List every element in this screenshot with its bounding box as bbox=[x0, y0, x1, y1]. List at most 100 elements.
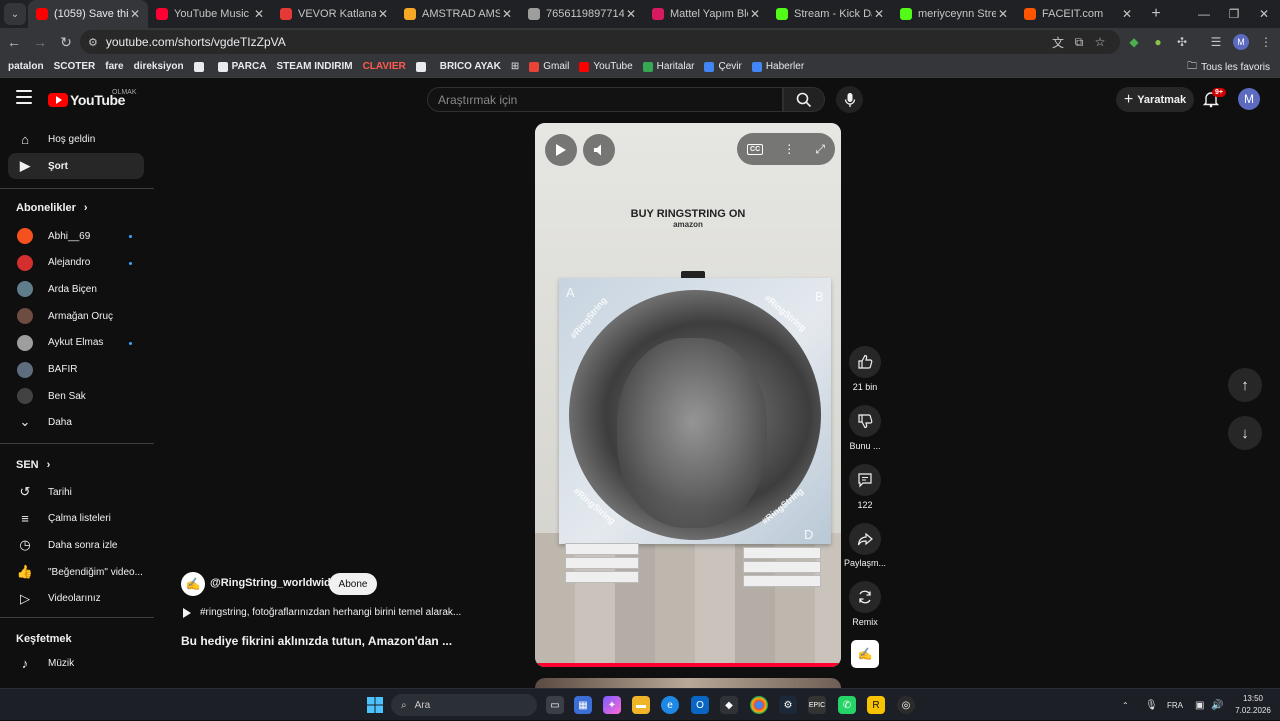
back-button[interactable]: ← bbox=[2, 30, 26, 54]
apps-grid-icon[interactable]: ⊞ bbox=[506, 61, 524, 72]
chrome-icon[interactable] bbox=[750, 696, 768, 714]
browser-tab[interactable]: VEVOR Katlanabilir Yük✕ bbox=[272, 0, 396, 28]
steam-icon[interactable]: ⚙ bbox=[779, 696, 797, 714]
tray-mic-icon[interactable]: 🎙 bbox=[1145, 689, 1158, 721]
all-bookmarks-folder[interactable]: 🗀 Tous les favoris bbox=[1187, 56, 1270, 78]
extension-icon[interactable]: ◆ bbox=[1126, 34, 1142, 50]
short-video-player[interactable]: BUY RINGSTRING ON amazon A B D #RingStri… bbox=[535, 123, 841, 667]
voice-search-button[interactable] bbox=[836, 86, 863, 113]
app-icon[interactable]: ◆ bbox=[720, 696, 738, 714]
whatsapp-icon[interactable]: ✆ bbox=[838, 696, 856, 714]
comments-button[interactable] bbox=[849, 464, 881, 496]
network-icon[interactable]: ▣ bbox=[1195, 689, 1204, 721]
profile-avatar-icon[interactable]: M bbox=[1233, 34, 1249, 50]
sidebar-item-home[interactable]: ⌂ Hoş geldin bbox=[8, 126, 144, 152]
create-button[interactable]: + Yaratmak bbox=[1116, 87, 1194, 112]
tab-search-button[interactable]: ⌄ bbox=[4, 3, 26, 25]
more-options-icon[interactable]: ⋮ bbox=[783, 142, 795, 156]
browser-tab[interactable]: Stream - Kick Dashbo✕ bbox=[768, 0, 892, 28]
dislike-button[interactable] bbox=[849, 405, 881, 437]
windows-start-icon[interactable] bbox=[366, 696, 384, 714]
app-bookmark-item[interactable]: Gmail bbox=[524, 61, 574, 72]
bookmark-item[interactable]: STEAM INDIRIM bbox=[271, 61, 357, 72]
file-explorer-icon[interactable]: ▬ bbox=[632, 696, 650, 714]
address-bar[interactable]: ⚙ youtube.com/shorts/vgdeTIzZpVA bbox=[80, 30, 1120, 54]
sidebar-you-item[interactable]: 👍 "Beğendiğim" video... bbox=[8, 559, 144, 585]
copilot-icon[interactable]: ✦ bbox=[603, 696, 621, 714]
bookmark-item[interactable]: PARCA bbox=[213, 61, 272, 72]
sidebar-you-item[interactable]: ≡ Çalma listeleri bbox=[8, 506, 144, 532]
menu-hamburger-icon[interactable] bbox=[16, 90, 32, 104]
minimize-button[interactable]: — bbox=[1188, 0, 1220, 28]
maximize-button[interactable]: ❐ bbox=[1218, 0, 1250, 28]
bookmark-item[interactable]: fare bbox=[100, 61, 128, 72]
browser-tab[interactable]: FACEIT.com ✕ bbox=[1016, 0, 1140, 28]
input-language[interactable]: FRA bbox=[1167, 689, 1183, 721]
like-button[interactable] bbox=[849, 346, 881, 378]
previous-short-button[interactable]: ↑ bbox=[1228, 368, 1262, 402]
app-bookmark-item[interactable]: YouTube bbox=[574, 61, 637, 72]
subscribe-button[interactable]: Abone bbox=[329, 573, 377, 595]
reload-button[interactable]: ↻ bbox=[54, 30, 78, 54]
video-progress-bar[interactable] bbox=[535, 663, 841, 667]
close-window-button[interactable]: ✕ bbox=[1248, 0, 1280, 28]
search-button[interactable] bbox=[783, 87, 825, 112]
you-section-header[interactable]: SEN › bbox=[16, 459, 50, 471]
bookmark-item[interactable] bbox=[411, 61, 435, 72]
tab-close-icon[interactable]: ✕ bbox=[252, 7, 266, 21]
fullscreen-icon[interactable]: ⤢ bbox=[815, 142, 825, 157]
sidebar-subscription-item[interactable]: Abhi__69 bbox=[8, 223, 144, 249]
forward-button[interactable]: → bbox=[28, 30, 52, 54]
browser-tab[interactable]: meriyceynn Stream -✕ bbox=[892, 0, 1016, 28]
browser-tab[interactable]: (1059) Save this gift✕ bbox=[28, 0, 148, 28]
app-bookmark-item[interactable]: Haberler bbox=[747, 61, 809, 72]
video-description[interactable]: #ringstring, fotoğraflarınızdan herhangi… bbox=[183, 607, 461, 618]
sidebar-you-item[interactable]: ▷ Videolarınız bbox=[8, 586, 144, 612]
install-app-icon[interactable]: ⧉ bbox=[1071, 34, 1087, 50]
channel-avatar[interactable]: ✍ bbox=[181, 572, 205, 596]
taskbar-search[interactable]: ⌕ Ara bbox=[391, 694, 537, 716]
tab-close-icon[interactable]: ✕ bbox=[128, 7, 142, 21]
captions-icon[interactable]: CC bbox=[747, 143, 764, 155]
sidebar-subscription-item[interactable]: Arda Biçen bbox=[8, 276, 144, 302]
edge-icon[interactable]: e bbox=[661, 696, 679, 714]
sidebar-subscription-item[interactable]: Alejandro bbox=[8, 250, 144, 276]
browser-tab[interactable]: Mattel Yapım Bloklar✕ bbox=[644, 0, 768, 28]
sidebar-subscription-item[interactable]: Aykut Elmas bbox=[8, 330, 144, 356]
browser-menu-icon[interactable]: ⋮ bbox=[1258, 34, 1274, 50]
tab-close-icon[interactable]: ✕ bbox=[996, 7, 1010, 21]
remix-sound-thumbnail[interactable]: ✍ bbox=[851, 640, 879, 668]
tab-close-icon[interactable]: ✕ bbox=[500, 7, 514, 21]
subscriptions-header[interactable]: Abonelikler › bbox=[16, 202, 88, 214]
tab-close-icon[interactable]: ✕ bbox=[376, 7, 390, 21]
site-info-icon[interactable]: ⚙ bbox=[88, 36, 98, 49]
next-short-button[interactable]: ↓ bbox=[1228, 416, 1262, 450]
sidebar-you-item[interactable]: ◷ Daha sonra izle bbox=[8, 532, 144, 558]
play-button[interactable] bbox=[545, 134, 577, 166]
app-badge-icon[interactable]: ◎ bbox=[897, 696, 915, 714]
video-title[interactable]: Bu hediye fikrini aklınızda tutun, Amazo… bbox=[181, 634, 452, 648]
bookmark-item[interactable]: CLAVIER bbox=[358, 61, 411, 72]
speaker-icon[interactable]: 🔊 bbox=[1211, 689, 1223, 721]
system-clock[interactable]: 13:50 7.02.2026 bbox=[1230, 693, 1276, 717]
reading-list-icon[interactable]: ☰ bbox=[1208, 34, 1224, 50]
tray-overflow-icon[interactable]: ⌃ bbox=[1122, 689, 1129, 721]
sidebar-subscription-item[interactable]: Ben Sak bbox=[8, 383, 144, 409]
remix-button[interactable] bbox=[849, 581, 881, 613]
bookmark-item[interactable]: patalon bbox=[3, 61, 49, 72]
bookmark-item[interactable]: SCOTER bbox=[49, 61, 101, 72]
sidebar-subscription-item[interactable]: BAFIR bbox=[8, 357, 144, 383]
sidebar-explore-item[interactable]: ♪ Müzik bbox=[8, 650, 144, 676]
app-bookmark-item[interactable]: Haritalar bbox=[638, 61, 700, 72]
share-button[interactable] bbox=[849, 523, 881, 555]
extension-badge-icon[interactable]: ● bbox=[1150, 34, 1166, 50]
bookmark-star-icon[interactable]: ☆ bbox=[1092, 34, 1108, 50]
tab-close-icon[interactable]: ✕ bbox=[748, 7, 762, 21]
channel-name[interactable]: @RingString_worldwide bbox=[210, 577, 337, 589]
browser-tab[interactable]: 76561198977142638✕ bbox=[520, 0, 644, 28]
browser-tab[interactable]: YouTube Music ✕ bbox=[148, 0, 272, 28]
tab-close-icon[interactable]: ✕ bbox=[1120, 7, 1134, 21]
volume-button[interactable] bbox=[583, 134, 615, 166]
task-view-icon[interactable]: ▭ bbox=[546, 696, 564, 714]
tab-close-icon[interactable]: ✕ bbox=[872, 7, 886, 21]
